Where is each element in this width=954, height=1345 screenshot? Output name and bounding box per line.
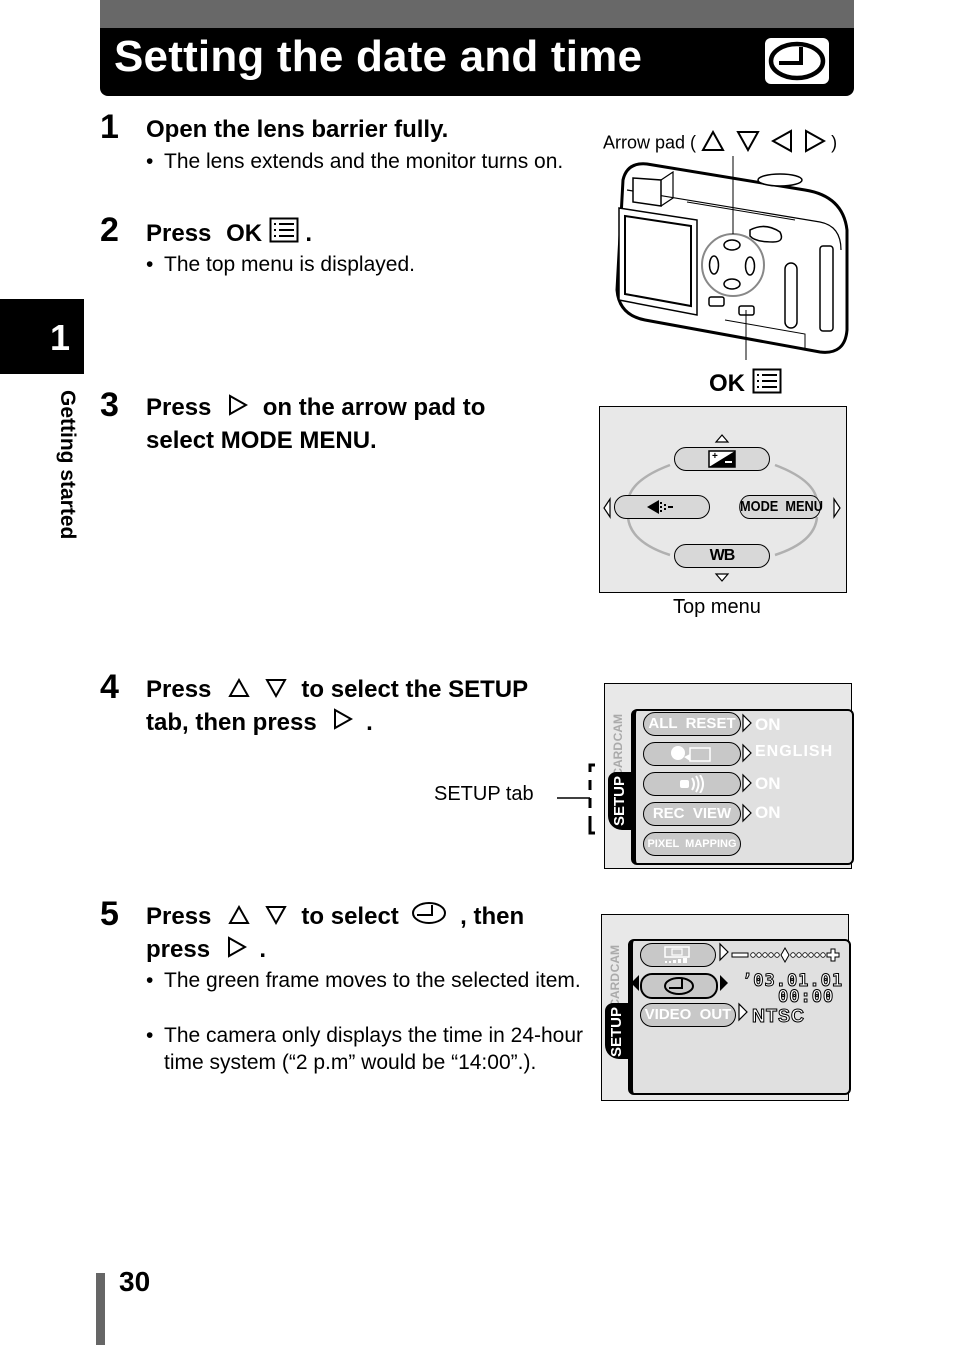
- exposure-compensation-icon: +: [708, 450, 736, 468]
- menu-row[interactable]: ALL RESET: [643, 712, 741, 736]
- step-bullet: The top menu is displayed.: [146, 251, 584, 278]
- ok-key-label: OK: [226, 219, 263, 247]
- row-value: ON: [755, 715, 781, 734]
- ok-button-label: OK: [709, 368, 782, 401]
- chapter-number: 1: [49, 317, 70, 358]
- menu-row[interactable]: [643, 742, 741, 766]
- page-number-bar: [96, 1273, 105, 1345]
- step-heading: Open the lens barrier fully.: [146, 116, 449, 143]
- step-heading: Press on the arrow pad to select MODE ME…: [146, 393, 486, 454]
- menu-row[interactable]: [643, 772, 741, 796]
- menu-row[interactable]: REC VIEW: [643, 802, 741, 826]
- step-heading: Press to select the SETUP tab, then pres…: [146, 674, 566, 739]
- step-number: 1: [100, 108, 119, 146]
- title-bar: Setting the date and time: [100, 28, 854, 96]
- step-number: 2: [100, 211, 119, 249]
- menu-row[interactable]: PIXEL MAPPING: [643, 832, 741, 856]
- arrow-down-icon: [265, 675, 287, 707]
- clock-icon: [765, 38, 829, 84]
- time-value: 00:00: [777, 987, 835, 1008]
- video-out-value: NTSC: [752, 1006, 805, 1027]
- top-menu-screen: + MODE MENU WB: [599, 406, 847, 593]
- chapter-label: Getting started: [56, 390, 79, 540]
- arrow-up-icon: [228, 675, 250, 707]
- svg-text:+: +: [712, 451, 718, 462]
- brightness-slider[interactable]: [730, 946, 842, 964]
- step-heading: Press OK .: [146, 217, 312, 252]
- exposure-compensation-button[interactable]: +: [674, 447, 770, 471]
- arrow-down-icon: [265, 902, 287, 934]
- header-top-band: [100, 0, 854, 28]
- flash-mode-button[interactable]: [614, 495, 710, 519]
- arrow-right-icon: [227, 935, 247, 967]
- language-icon: [671, 746, 711, 762]
- step-number: 4: [100, 668, 119, 706]
- beep-icon: [680, 775, 704, 793]
- step-bullet: The green frame moves to the selected it…: [146, 967, 584, 994]
- step-number: 5: [100, 895, 119, 933]
- brightness-slider-thumb: [780, 946, 790, 964]
- white-balance-button[interactable]: WB: [674, 544, 770, 568]
- step-bullet: The lens extends and the monitor turns o…: [146, 148, 584, 175]
- menu-icon: [752, 368, 782, 401]
- row-arrows: [742, 713, 752, 823]
- tab-card[interactable]: CARD: [609, 742, 631, 777]
- row-value: ON: [755, 774, 781, 793]
- datetime-menu-screen: CAM CARD SETUP VIDEO OUT ’03.01.01 00:00…: [601, 914, 851, 1101]
- page-number: 30: [119, 1266, 151, 1297]
- heading-text: Press: [146, 219, 212, 247]
- row-value: ON: [755, 803, 781, 822]
- step-bullet: The camera only displays the time in 24-…: [146, 1022, 584, 1076]
- menu-icon: [269, 217, 299, 252]
- tab-setup[interactable]: SETUP: [608, 772, 632, 830]
- arrow-up-icon: [228, 902, 250, 934]
- mode-menu-button[interactable]: MODE MENU: [739, 495, 823, 519]
- arrow-right-icon: [228, 393, 249, 425]
- heading-text: .: [305, 219, 313, 247]
- step-heading: Press to select , then press .: [146, 901, 576, 967]
- setup-tab-callout: SETUP tab: [434, 783, 534, 805]
- tab-cam[interactable]: CAM: [609, 714, 631, 742]
- chapter-tab: 1: [0, 299, 84, 374]
- setup-menu-screen: CAM CARD SETUP ALL RESET ON ENGLISH ON R…: [604, 683, 854, 869]
- flash-mode-icon: [647, 500, 673, 514]
- arrow-right-icon: [333, 707, 354, 739]
- step-number: 3: [100, 386, 119, 424]
- camera-illustration: [615, 156, 849, 360]
- figure-caption: Top menu: [673, 596, 761, 618]
- row-value: ENGLISH: [755, 743, 834, 760]
- clock-icon: [411, 901, 447, 934]
- page-title: Setting the date and time: [114, 32, 643, 81]
